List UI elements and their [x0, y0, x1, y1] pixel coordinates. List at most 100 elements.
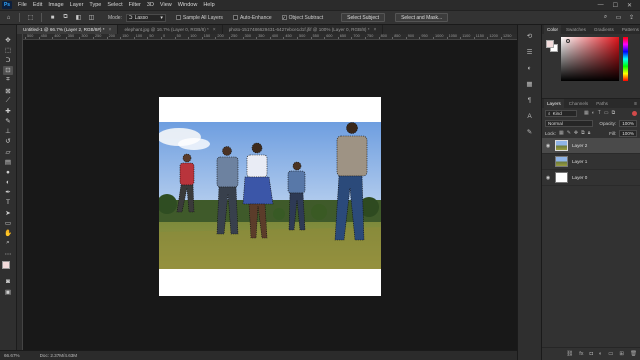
color-swatches[interactable]	[2, 261, 14, 274]
intersect-selection-icon[interactable]: ◫	[87, 13, 96, 22]
eraser-tool-icon[interactable]: ▱	[3, 147, 13, 156]
properties-icon[interactable]: ☰	[525, 47, 535, 57]
blend-mode-select[interactable]: Normal	[545, 119, 593, 127]
lock-transparent-icon[interactable]: ▦	[559, 130, 564, 136]
zoom-tool-icon[interactable]: ⌕	[3, 239, 13, 248]
blur-tool-icon[interactable]: ●	[3, 167, 13, 176]
fill-input[interactable]: 100%	[619, 129, 637, 137]
delete-layer-icon[interactable]: 🗑︎	[630, 351, 637, 357]
foreground-color-swatch[interactable]	[2, 261, 10, 270]
frame-tool-icon[interactable]: ⊠	[3, 86, 13, 95]
menu-file[interactable]: File	[15, 2, 30, 8]
panel-menu-icon[interactable]: ≡	[634, 101, 637, 107]
layer-row-layer-1[interactable]: Layer 1	[542, 154, 640, 170]
pen-tool-icon[interactable]: ✒	[3, 188, 13, 197]
quick-mask-icon[interactable]: ◙	[3, 277, 13, 286]
tab-gradients[interactable]: Gradients	[591, 25, 617, 34]
marquee-tool-icon[interactable]: ⬚	[3, 45, 13, 54]
close-icon[interactable]: ×	[213, 27, 216, 33]
new-layer-icon[interactable]: ⊞	[619, 351, 624, 357]
menu-view[interactable]: View	[157, 2, 175, 8]
move-tool-icon[interactable]: ✥	[3, 35, 13, 44]
paragraph-icon[interactable]: ¶	[525, 95, 535, 105]
eyedropper-tool-icon[interactable]: ⟋	[3, 96, 13, 105]
object-selection-tool-icon[interactable]: ⊡	[3, 65, 13, 75]
zoom-level[interactable]: 66.67%	[4, 353, 20, 358]
eye-icon[interactable]: ◉	[545, 143, 551, 149]
search-icon[interactable]: ⌕	[601, 13, 610, 22]
brush-tool-icon[interactable]: ✎	[3, 117, 13, 126]
pixel-filter-icon[interactable]: ▦	[584, 110, 589, 116]
gradient-tool-icon[interactable]: ▤	[3, 157, 13, 166]
tab-untitled-1[interactable]: Untitled-1 @ 66.7% (Layer 2, RGB/8#) * ×	[17, 25, 119, 34]
close-icon[interactable]: ×	[374, 27, 377, 33]
menu-type[interactable]: Type	[86, 2, 104, 8]
new-selection-icon[interactable]: ■	[48, 13, 57, 22]
tab-paths[interactable]: Paths	[593, 99, 611, 108]
maximize-icon[interactable]: ☐	[613, 2, 618, 9]
minimize-icon[interactable]: —	[598, 2, 604, 9]
menu-layer[interactable]: Layer	[67, 2, 87, 8]
adjustment-filter-icon[interactable]: ◐	[592, 110, 595, 116]
tab-color[interactable]: Color	[544, 25, 561, 34]
document-canvas[interactable]	[159, 97, 381, 296]
link-layers-icon[interactable]: ⛓	[566, 351, 573, 357]
dodge-tool-icon[interactable]: ◐	[3, 178, 13, 187]
hand-tool-icon[interactable]: ✋	[3, 229, 13, 238]
tab-elephant[interactable]: elephant.jpg @ 16.7% (Layer 0, RGB/8) * …	[118, 25, 223, 34]
new-group-icon[interactable]: ▭	[608, 351, 613, 357]
select-and-mask-button[interactable]: Select and Mask...	[395, 13, 449, 22]
path-selection-tool-icon[interactable]: ➤	[3, 208, 13, 217]
layer-row-layer-2[interactable]: ◉ Layer 2	[542, 138, 640, 154]
lock-artboard-icon[interactable]: ⧉	[581, 130, 585, 136]
menu-select[interactable]: Select	[104, 2, 125, 8]
adjustments-icon[interactable]: ◐	[525, 63, 535, 73]
healing-brush-tool-icon[interactable]: ✚	[3, 106, 13, 115]
menu-3d[interactable]: 3D	[144, 2, 157, 8]
close-icon[interactable]: ×	[109, 27, 112, 33]
share-icon[interactable]: ⇪	[627, 13, 636, 22]
sample-all-layers-checkbox[interactable]: Sample All Layers	[175, 15, 223, 21]
photo-layer[interactable]	[159, 122, 381, 269]
select-subject-button[interactable]: Select Subject	[341, 13, 386, 22]
filter-toggle[interactable]	[632, 110, 637, 116]
lock-image-icon[interactable]: ✎	[567, 130, 571, 136]
auto-enhance-checkbox[interactable]: Auto-Enhance	[232, 15, 272, 21]
tab-layers[interactable]: Layers	[544, 99, 564, 108]
color-picker-cursor[interactable]	[566, 39, 570, 43]
canvas-area[interactable]	[23, 40, 517, 350]
layer-row-layer-0[interactable]: ◉ Layer 0	[542, 170, 640, 186]
object-selection-tool-icon[interactable]: ⬚	[26, 13, 35, 22]
home-icon[interactable]: ⌂	[4, 13, 13, 22]
layer-style-icon[interactable]: fx	[579, 351, 583, 357]
smart-object-filter-icon[interactable]: ⧉	[612, 110, 616, 116]
screen-mode-icon[interactable]: ▣	[3, 287, 13, 296]
tab-swatches[interactable]: Swatches	[563, 25, 589, 34]
color-picker-field[interactable]	[561, 37, 619, 81]
history-icon[interactable]: ⟲	[525, 31, 535, 41]
type-tool-icon[interactable]: T	[3, 198, 13, 207]
tab-photo[interactable]: photo-1517486629431-6427ebce1d1f.jfif @ …	[223, 25, 384, 34]
more-tools-icon[interactable]: ⋯	[3, 249, 13, 258]
kind-filter-select[interactable]: ⌕ Kind	[545, 109, 577, 117]
character-icon[interactable]: A	[525, 111, 535, 121]
eye-icon[interactable]: ◉	[545, 175, 551, 181]
mode-select[interactable]: ᑐ Lasso ▾	[125, 13, 166, 22]
type-filter-icon[interactable]: T	[598, 110, 601, 116]
menu-window[interactable]: Window	[175, 2, 201, 8]
libraries-icon[interactable]: ▦	[525, 79, 535, 89]
clone-stamp-tool-icon[interactable]: ⊥	[3, 127, 13, 136]
brush-settings-icon[interactable]: ✎	[525, 127, 535, 137]
tab-channels[interactable]: Channels	[566, 99, 591, 108]
foreground-color-swatch[interactable]	[546, 40, 554, 48]
lasso-tool-icon[interactable]: ᑐ	[3, 55, 13, 64]
object-subtract-checkbox[interactable]: ✓ Object Subtract	[281, 15, 323, 21]
workspace-icon[interactable]: ▭	[614, 13, 623, 22]
menu-filter[interactable]: Filter	[126, 2, 144, 8]
opacity-input[interactable]: 100%	[619, 119, 637, 127]
add-mask-icon[interactable]: ◘	[590, 351, 593, 357]
crop-tool-icon[interactable]: ⌗	[3, 76, 13, 85]
lock-all-icon[interactable]: 🔒︎	[588, 130, 591, 136]
add-to-selection-icon[interactable]: ⧉	[61, 13, 70, 22]
history-brush-tool-icon[interactable]: ↺	[3, 137, 13, 146]
